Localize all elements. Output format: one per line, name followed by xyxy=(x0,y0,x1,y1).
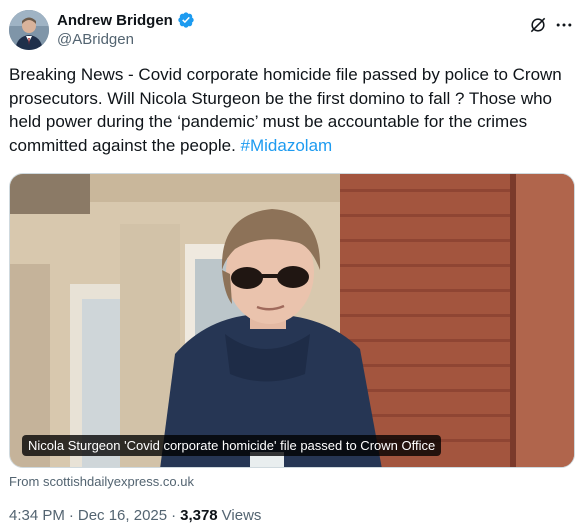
more-icon[interactable] xyxy=(553,14,575,36)
avatar[interactable] xyxy=(9,10,49,50)
author-handle[interactable]: @ABridgen xyxy=(57,31,195,48)
author-block: Andrew Bridgen @ABridgen xyxy=(57,10,195,48)
grok-icon[interactable] xyxy=(527,14,549,36)
tweet-time[interactable]: 4:34 PM xyxy=(9,507,65,524)
tweet-header: Andrew Bridgen @ABridgen xyxy=(9,9,575,53)
views-count: 3,378 xyxy=(180,507,218,524)
tweet-text: Breaking News - Covid corporate homicide… xyxy=(9,63,575,157)
views-label: Views xyxy=(221,507,262,524)
hashtag-link[interactable]: #Midazolam xyxy=(241,136,333,155)
media-caption: Nicola Sturgeon 'Covid corporate homicid… xyxy=(22,435,442,456)
link-source[interactable]: From scottishdailyexpress.co.uk xyxy=(9,474,194,489)
meta-separator: · xyxy=(171,507,177,524)
meta-separator: · xyxy=(68,507,74,524)
tweet-meta: 4:34 PM · Dec 16, 2025 · 3,378 Views xyxy=(9,507,261,524)
verified-badge-icon xyxy=(177,11,195,29)
author-name[interactable]: Andrew Bridgen xyxy=(57,12,173,29)
link-card-image[interactable]: Nicola Sturgeon 'Covid corporate homicid… xyxy=(9,173,575,468)
tweet-date[interactable]: Dec 16, 2025 xyxy=(78,507,167,524)
